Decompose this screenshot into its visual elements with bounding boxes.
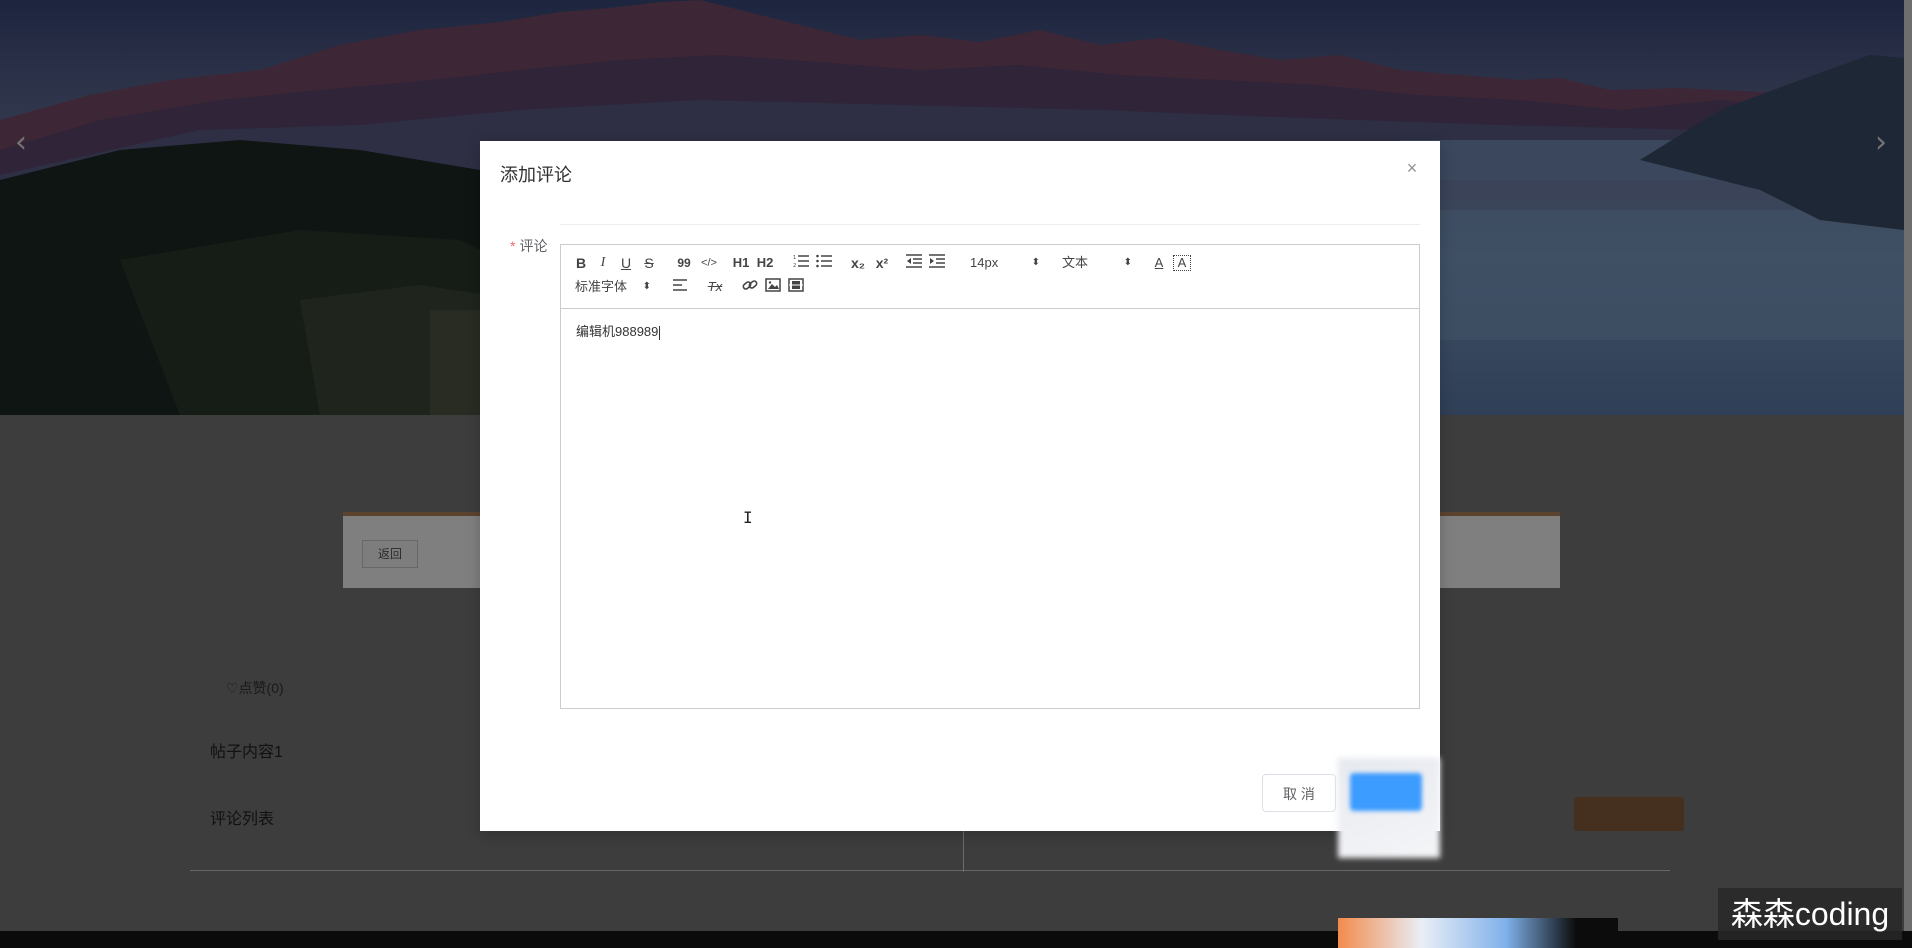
add-comment-dialog: 添加评论 × * 评论 B I U S 99 </> H1 H2 12 x₂ x² bbox=[480, 141, 1440, 831]
bold-button[interactable]: B bbox=[573, 253, 589, 273]
editor-toolbar: B I U S 99 </> H1 H2 12 x₂ x² 14px ⬍ 文本 … bbox=[561, 245, 1419, 309]
indent-icon[interactable] bbox=[928, 253, 946, 273]
font-color-button[interactable]: A bbox=[1151, 253, 1167, 273]
italic-button[interactable]: I bbox=[595, 253, 611, 273]
close-icon[interactable]: × bbox=[1402, 158, 1422, 178]
superscript-button[interactable]: x² bbox=[872, 253, 892, 273]
select-caret-icon: ⬍ bbox=[642, 281, 651, 292]
select-caret-icon: ⬍ bbox=[1123, 257, 1132, 268]
bullet-list-icon[interactable] bbox=[815, 253, 833, 273]
watermark: 森森coding bbox=[1718, 888, 1902, 940]
header-select-value: 文本 bbox=[1062, 255, 1089, 270]
code-button[interactable]: </> bbox=[698, 253, 720, 273]
image-icon[interactable] bbox=[764, 277, 782, 297]
select-caret-icon: ⬍ bbox=[1031, 257, 1040, 268]
thumbnail-strip bbox=[1338, 918, 1618, 948]
strike-button[interactable]: S bbox=[641, 253, 657, 273]
underline-button[interactable]: U bbox=[618, 253, 634, 273]
required-mark: * bbox=[510, 238, 516, 254]
ordered-list-icon[interactable]: 12 bbox=[792, 253, 810, 273]
comment-field-label: * 评论 bbox=[510, 236, 547, 256]
outdent-icon[interactable] bbox=[905, 253, 923, 273]
link-icon[interactable] bbox=[741, 277, 759, 297]
clean-format-button[interactable]: Tx bbox=[704, 277, 726, 297]
size-select-value: 14px bbox=[970, 255, 999, 270]
font-select-value: 标准字体 bbox=[575, 279, 628, 294]
text-cursor bbox=[659, 325, 661, 340]
rich-text-editor[interactable]: B I U S 99 </> H1 H2 12 x₂ x² 14px ⬍ 文本 … bbox=[560, 244, 1420, 709]
video-icon[interactable] bbox=[787, 277, 805, 297]
editor-text: 编辑机988989 bbox=[576, 324, 661, 340]
comment-label-text: 评论 bbox=[519, 238, 548, 254]
subscript-button[interactable]: x₂ bbox=[848, 253, 868, 273]
mouse-ibeam-cursor: I bbox=[743, 508, 753, 527]
blockquote-button[interactable]: 99 bbox=[674, 253, 694, 273]
align-icon[interactable] bbox=[672, 277, 690, 297]
editor-content-area[interactable]: 编辑机988989 bbox=[561, 309, 1419, 708]
svg-text:1: 1 bbox=[793, 255, 796, 261]
h1-button[interactable]: H1 bbox=[731, 253, 751, 273]
h2-button[interactable]: H2 bbox=[754, 253, 776, 273]
header-select[interactable]: 文本 ⬍ bbox=[1062, 253, 1132, 273]
bottom-bar bbox=[0, 931, 1912, 948]
dialog-title: 添加评论 bbox=[500, 165, 572, 185]
divider bbox=[560, 224, 1420, 228]
confirm-button[interactable] bbox=[1350, 773, 1422, 811]
font-select[interactable]: 标准字体 ⬍ bbox=[575, 277, 651, 297]
cancel-button[interactable]: 取 消 bbox=[1262, 774, 1336, 812]
svg-text:2: 2 bbox=[793, 263, 796, 268]
size-select[interactable]: 14px ⬍ bbox=[970, 253, 1040, 273]
background-color-button[interactable]: A bbox=[1173, 255, 1191, 271]
